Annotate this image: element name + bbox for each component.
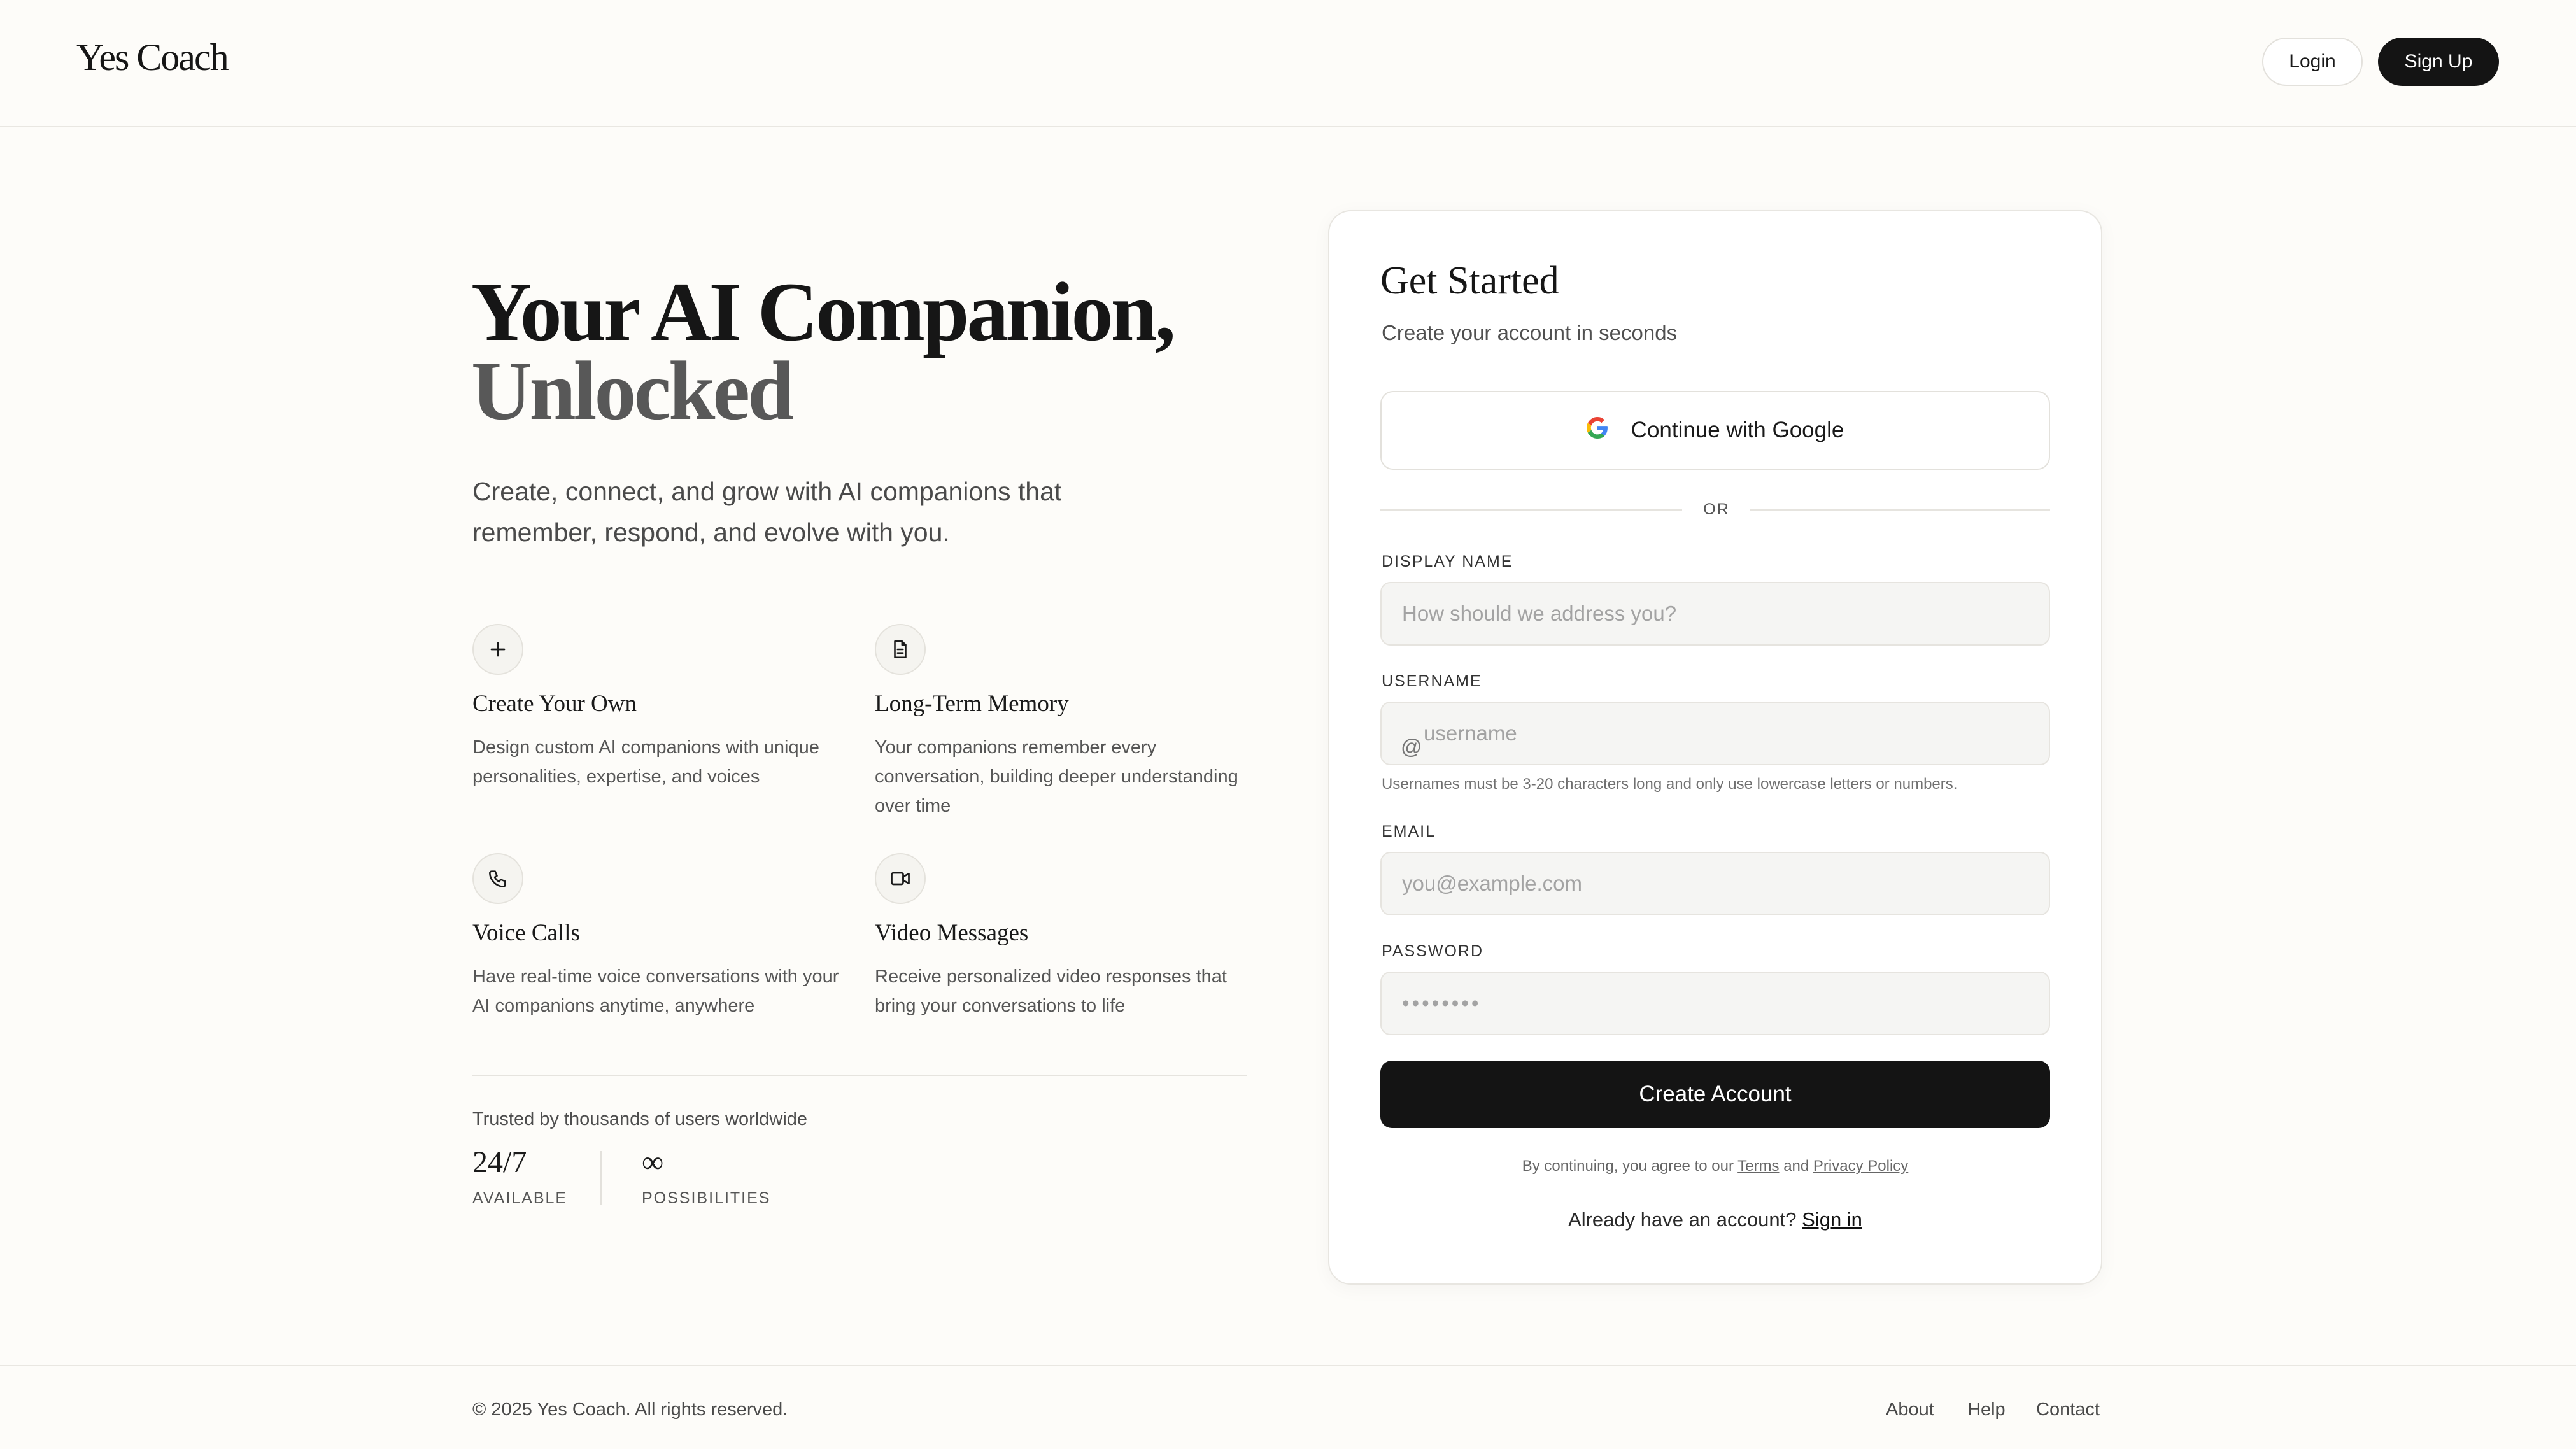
- feature-description: Have real-time voice conversations with …: [472, 966, 839, 1016]
- feature-voice-calls: Voice Calls Have real-time voice convers…: [472, 853, 854, 1021]
- card-subtitle: Create your account in seconds: [1382, 321, 1678, 344]
- hero-title-line2: Unlocked: [471, 344, 794, 437]
- email-label: EMAIL: [1382, 823, 1436, 840]
- stat-value-possibilities: ∞: [642, 1145, 664, 1179]
- password-input[interactable]: [1380, 972, 2050, 1035]
- footer-link-about[interactable]: About: [1886, 1399, 1934, 1420]
- copyright: © 2025 Yes Coach. All rights reserved.: [472, 1399, 788, 1420]
- video-icon: [875, 853, 926, 904]
- hero-subtitle: Create, connect, and grow with AI compan…: [472, 477, 1062, 547]
- display-name-label: DISPLAY NAME: [1382, 553, 1513, 570]
- phone-icon: [472, 853, 523, 904]
- feature-create-your-own: Create Your Own Design custom AI compani…: [472, 624, 854, 791]
- section-divider: [472, 1075, 1247, 1076]
- feature-title: Video Messages: [875, 920, 1029, 946]
- google-icon: [1586, 416, 1608, 444]
- feature-video-messages: Video Messages Receive personalized vide…: [875, 853, 1257, 1021]
- feature-description: Receive personalized video responses tha…: [875, 966, 1227, 1016]
- google-button-label: Continue with Google: [1631, 418, 1844, 442]
- privacy-policy-link[interactable]: Privacy Policy: [1813, 1157, 1908, 1175]
- terms-link[interactable]: Terms: [1737, 1157, 1779, 1175]
- create-account-button[interactable]: Create Account: [1380, 1061, 2050, 1128]
- card-title: Get Started: [1380, 259, 1559, 302]
- feature-title: Voice Calls: [472, 920, 580, 946]
- footer-link-contact[interactable]: Contact: [2036, 1399, 2100, 1420]
- top-header: Yes Coach Login Sign Up: [0, 0, 2576, 127]
- display-name-input[interactable]: [1380, 582, 2050, 646]
- terms-prefix: By continuing, you agree to our: [1522, 1157, 1734, 1175]
- google-signin-button[interactable]: Continue with Google: [1380, 391, 2050, 470]
- signup-card: Get Started Create your account in secon…: [1328, 210, 2102, 1285]
- or-divider-left: [1380, 509, 1682, 511]
- username-input[interactable]: [1380, 702, 2050, 765]
- username-label: USERNAME: [1382, 672, 1482, 690]
- logo[interactable]: Yes Coach: [76, 36, 229, 80]
- stat-label-available: AVAILABLE: [472, 1189, 568, 1207]
- document-icon: [875, 624, 926, 675]
- signup-button[interactable]: Sign Up: [2378, 38, 2499, 86]
- terms-notice: By continuing, you agree to our Terms an…: [1329, 1157, 2101, 1175]
- username-hint: Usernames must be 3-20 characters long a…: [1382, 775, 1958, 793]
- or-label: OR: [1703, 500, 1730, 518]
- hero-title: Your AI Companion, Unlocked: [471, 270, 1176, 437]
- signin-prompt: Already have an account? Sign in: [1329, 1208, 2101, 1231]
- feature-title: Long-Term Memory: [875, 691, 1069, 717]
- password-label: PASSWORD: [1382, 942, 1483, 960]
- feature-description: Design custom AI companions with unique …: [472, 737, 819, 787]
- signin-link[interactable]: Sign in: [1802, 1208, 1862, 1231]
- stat-value-available: 24/7: [472, 1145, 527, 1179]
- feature-long-term-memory: Long-Term Memory Your companions remembe…: [875, 624, 1257, 821]
- terms-and: and: [1783, 1157, 1809, 1175]
- stat-separator: [600, 1151, 602, 1205]
- or-divider-right: [1750, 509, 2050, 511]
- plus-icon: [472, 624, 523, 675]
- footer-divider: [0, 1365, 2576, 1366]
- username-prefix: @: [1401, 735, 1422, 758]
- email-input[interactable]: [1380, 852, 2050, 915]
- feature-title: Create Your Own: [472, 691, 637, 717]
- footer-link-help[interactable]: Help: [1967, 1399, 2006, 1420]
- login-button[interactable]: Login: [2262, 38, 2363, 86]
- feature-description: Your companions remember every conversat…: [875, 737, 1238, 816]
- stat-label-possibilities: POSSIBILITIES: [642, 1189, 771, 1207]
- trusted-text: Trusted by thousands of users worldwide: [472, 1109, 808, 1129]
- signin-prompt-text: Already have an account?: [1568, 1208, 1797, 1231]
